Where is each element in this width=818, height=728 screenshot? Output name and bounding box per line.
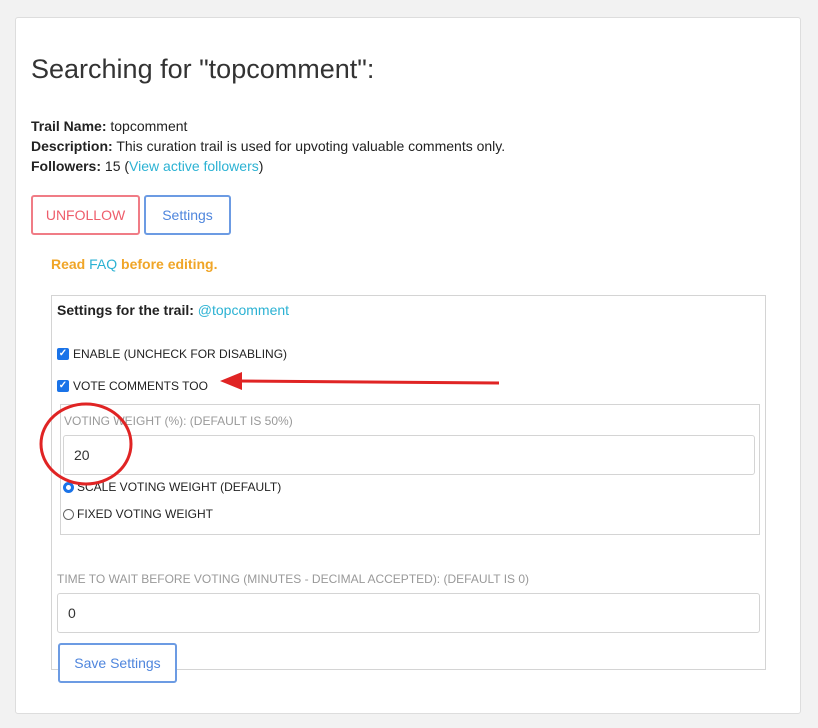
settings-button[interactable]: Settings [144, 195, 231, 235]
voting-weight-group: VOTING WEIGHT (%): (DEFAULT IS 50%) 20 S… [60, 404, 760, 535]
wait-time-input[interactable]: 0 [57, 593, 760, 633]
scale-weight-label: SCALE VOTING WEIGHT (DEFAULT) [77, 480, 282, 494]
fixed-weight-radio-row[interactable]: FIXED VOTING WEIGHT [63, 507, 213, 521]
description-label: Description: [31, 138, 113, 154]
wait-time-label: TIME TO WAIT BEFORE VOTING (MINUTES - DE… [57, 572, 530, 586]
vote-comments-checkbox[interactable]: ✓ [57, 380, 69, 392]
enable-checkbox-row[interactable]: ✓ ENABLE (UNCHECK FOR DISABLING) [57, 347, 287, 361]
trail-card: Searching for "topcomment": Trail Name: … [15, 17, 801, 714]
settings-panel: Settings for the trail: @topcomment ✓ EN… [51, 295, 766, 683]
unfollow-button[interactable]: UNFOLLOW [31, 195, 140, 235]
trail-account-link[interactable]: @topcomment [198, 302, 289, 318]
description-row: Description: This curation trail is used… [31, 136, 505, 156]
followers-row: Followers: 15 (View active followers) [31, 156, 505, 176]
trail-name-label: Trail Name: [31, 118, 107, 134]
vote-comments-checkbox-label: VOTE COMMENTS TOO [73, 379, 208, 393]
scale-weight-radio[interactable] [63, 481, 74, 493]
save-settings-button[interactable]: Save Settings [58, 643, 177, 683]
faq-prefix: Read [51, 256, 86, 272]
trail-name-row: Trail Name: topcomment [31, 116, 505, 136]
trail-info: Trail Name: topcomment Description: This… [31, 116, 505, 176]
followers-label: Followers: [31, 158, 102, 174]
faq-suffix: before editing. [121, 256, 218, 272]
voting-weight-input[interactable]: 20 [63, 435, 755, 475]
scale-weight-radio-row[interactable]: SCALE VOTING WEIGHT (DEFAULT) [63, 480, 281, 494]
trail-name-value: topcomment [110, 118, 188, 134]
page-title: Searching for "topcomment": [31, 54, 375, 84]
faq-notice: Read FAQ before editing. [51, 256, 217, 272]
faq-link[interactable]: FAQ [89, 256, 117, 272]
enable-checkbox[interactable]: ✓ [57, 348, 69, 360]
followers-count: 15 [104, 158, 121, 174]
vote-comments-checkbox-row[interactable]: ✓ VOTE COMMENTS TOO [57, 379, 208, 393]
settings-title-label: Settings for the trail: [57, 302, 194, 318]
enable-checkbox-label: ENABLE (UNCHECK FOR DISABLING) [73, 347, 288, 361]
settings-panel-title: Settings for the trail: @topcomment [57, 302, 289, 318]
fixed-weight-radio[interactable] [63, 508, 74, 520]
view-active-followers-link[interactable]: View active followers [129, 158, 259, 174]
description-value: This curation trail is used for upvoting… [116, 138, 506, 154]
followers-close-paren: ) [258, 158, 264, 174]
fixed-weight-label: FIXED VOTING WEIGHT [77, 507, 214, 521]
voting-weight-label: VOTING WEIGHT (%): (DEFAULT IS 50%) [64, 414, 293, 428]
